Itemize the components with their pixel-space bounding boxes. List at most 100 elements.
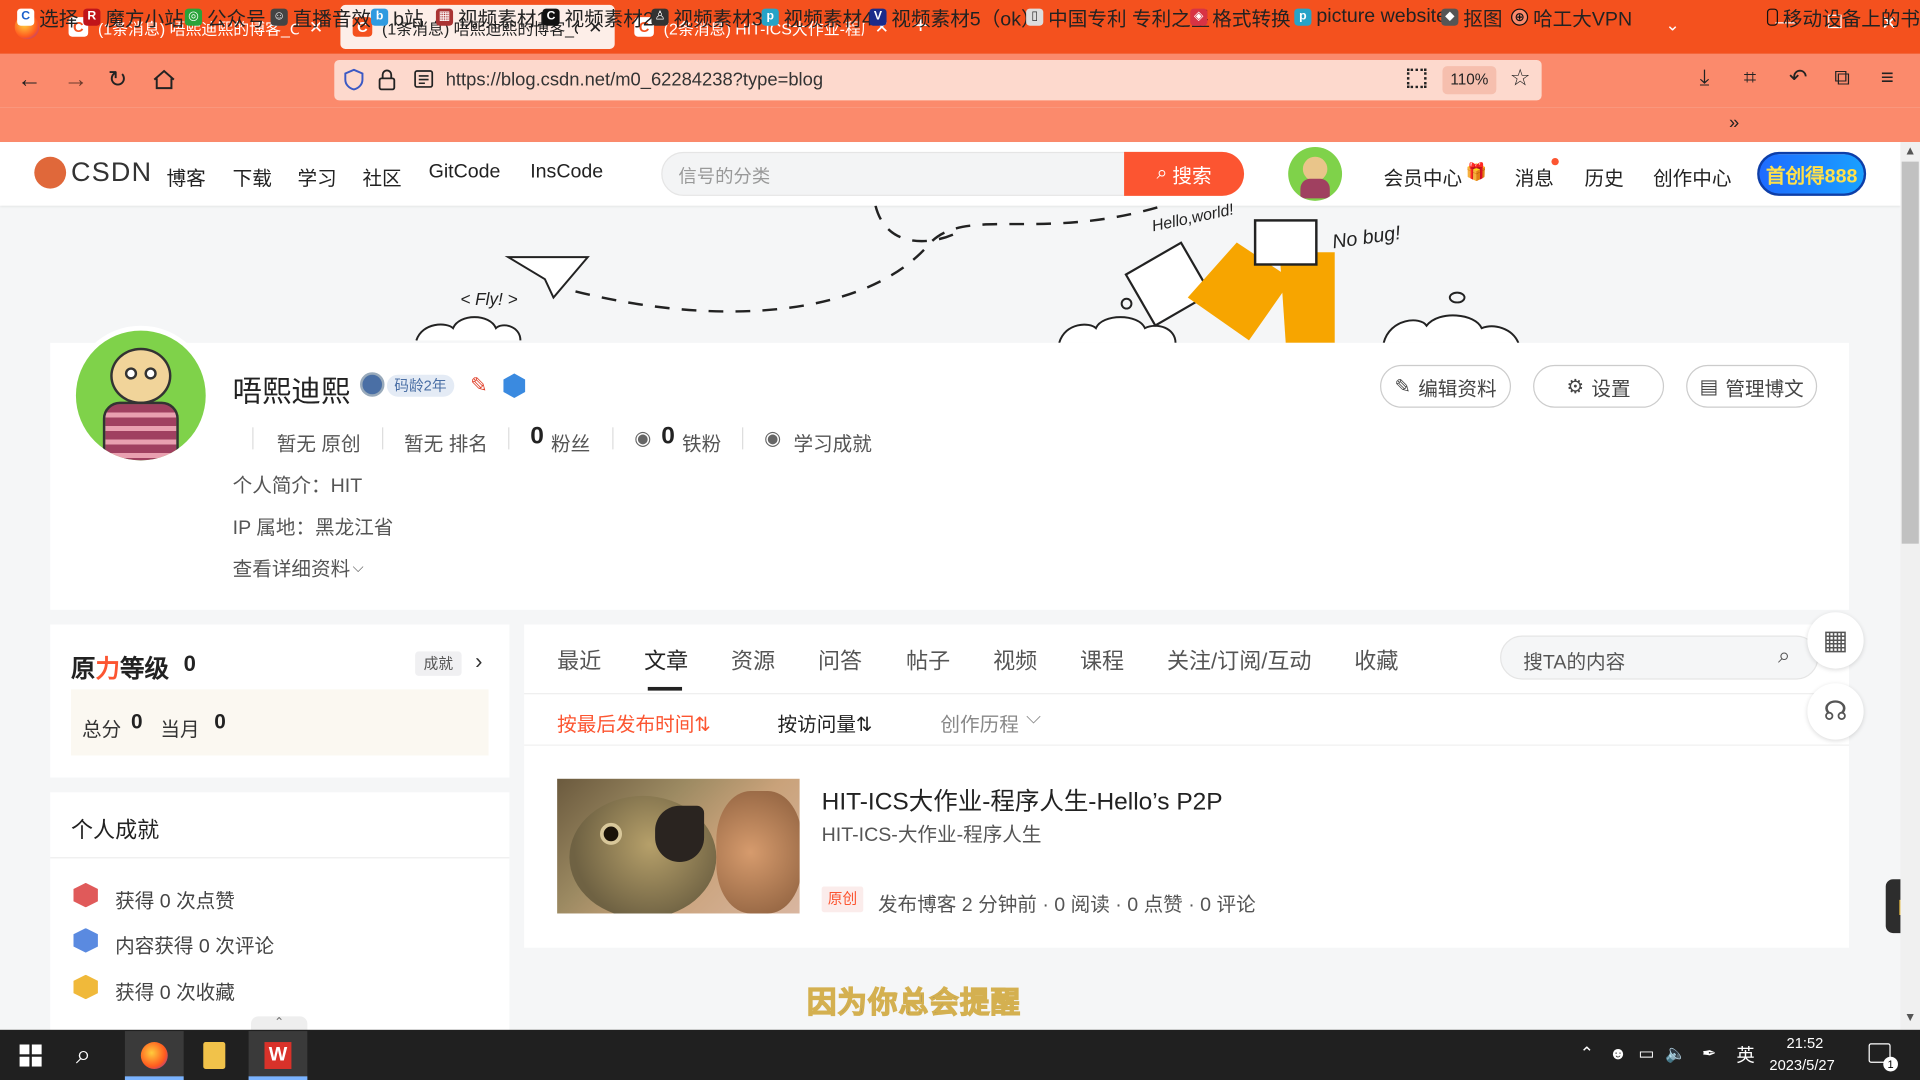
windows-start-icon[interactable] [19, 1044, 42, 1067]
tab-posts[interactable]: 帖子 [906, 644, 950, 676]
creation-history-dropdown[interactable]: 创作历程 ⌵ [940, 708, 1041, 737]
search-icon[interactable]: ⌕ [1778, 643, 1790, 669]
tab-videos[interactable]: 视频 [993, 644, 1037, 676]
article-title[interactable]: HIT-ICS大作业-程序人生-Hello’s P2P [822, 781, 1223, 817]
pen-icon[interactable]: ✒ [1702, 1043, 1716, 1064]
taskbar-firefox-button[interactable] [124, 1031, 184, 1080]
undo-icon[interactable]: ↶ [1789, 65, 1807, 91]
clock-date[interactable]: 2023/5/27 [1769, 1057, 1834, 1074]
search-icon[interactable]: ⌕ [76, 1038, 91, 1070]
forward-icon[interactable]: → [64, 66, 88, 94]
achievement-tag[interactable]: 成就 [415, 651, 462, 676]
csdn-logo-icon[interactable] [34, 156, 67, 189]
sort-by-date[interactable]: 按最后发布时间⇅ [557, 708, 711, 737]
scroll-up-icon[interactable]: ▲ [1900, 144, 1920, 159]
bookmark-item[interactable]: p picture website [1294, 5, 1447, 29]
bookmark-item[interactable]: p 视频素材4 [761, 5, 873, 31]
bookmark-item[interactable]: ♙ 视频素材3 [651, 5, 763, 31]
header-avatar[interactable] [1288, 146, 1343, 201]
lock-icon[interactable] [378, 69, 396, 91]
edit-icon: ✎ [1394, 376, 1411, 398]
download-icon[interactable]: ⤓ [1700, 65, 1710, 91]
reader-view-icon[interactable] [414, 70, 434, 88]
url-text[interactable]: https://blog.csdn.net/m0_62284238?type=b… [446, 70, 823, 91]
extensions-icon[interactable]: ⧉ [1834, 65, 1850, 91]
bookmark-item[interactable]: b b站 [371, 5, 424, 31]
battery-icon[interactable]: ▭ [1638, 1043, 1654, 1064]
qq-tray-icon[interactable]: ☻ [1609, 1043, 1627, 1063]
ime-indicator[interactable]: 英 [1736, 1042, 1754, 1068]
home-icon[interactable] [152, 69, 176, 91]
csdn-logo-text[interactable]: CSDN [71, 157, 152, 189]
shield-icon[interactable] [344, 68, 364, 91]
nav-history[interactable]: 历史 [1585, 162, 1624, 191]
bookmark-star-icon[interactable]: ☆ [1510, 65, 1531, 93]
learning-achievement-link[interactable]: 学习成就 [793, 427, 871, 456]
bookmark-item[interactable]: C 视频素材2 [542, 5, 654, 31]
bookmark-item[interactable]: ▦ 视频素材1 [435, 5, 547, 31]
bookmarks-overflow-icon[interactable]: » [1729, 113, 1739, 134]
clock-time[interactable]: 21:52 [1787, 1035, 1824, 1052]
stat-ironfans-label[interactable]: 铁粉 [682, 427, 721, 456]
scroll-down-icon[interactable]: ▼ [1900, 1011, 1920, 1026]
scrollbar-thumb[interactable] [1901, 161, 1919, 544]
tab-qa[interactable]: 问答 [818, 644, 862, 676]
nav-creator-center[interactable]: 创作中心 [1653, 162, 1731, 191]
nav-vip-center[interactable]: 会员中心 [1384, 162, 1462, 191]
crop-icon[interactable]: ⌗ [1744, 65, 1756, 91]
bookmark-item[interactable]: ☺ 直播音效 [270, 5, 371, 31]
view-details-link[interactable]: 查看详细资料 ⌵ [233, 552, 364, 581]
mobile-bookmarks[interactable]: 移动设备上的书签 [1766, 5, 1920, 31]
code-age-badge[interactable]: 码龄2年 [386, 374, 454, 397]
bookmark-item[interactable]: R 魔方小站 [83, 5, 184, 31]
zoom-level[interactable]: 110% [1442, 66, 1497, 95]
sort-by-views[interactable]: 按访问量⇅ [778, 708, 873, 737]
bookmark-item[interactable]: ◎ 公众号 [184, 5, 266, 31]
bookmark-item[interactable]: ⊕ 哈工大VPN [1511, 5, 1632, 31]
tab-articles[interactable]: 文章 [644, 644, 688, 676]
chevron-right-icon[interactable]: › [475, 649, 482, 675]
creator-badge-icon[interactable]: ✎ [470, 373, 487, 397]
qr-code-icon[interactable]: ▦ [1807, 612, 1864, 669]
tab-favorites[interactable]: 收藏 [1354, 644, 1398, 676]
edit-profile-button[interactable]: ✎ 编辑资料 [1380, 364, 1512, 408]
article-thumbnail[interactable] [557, 778, 800, 914]
nav-messages[interactable]: 消息 [1515, 162, 1554, 191]
tab-list-chevron-icon[interactable]: ⌄ [1665, 15, 1679, 36]
settings-button[interactable]: ⚙ 设置 [1533, 364, 1665, 408]
tab-courses[interactable]: 课程 [1080, 644, 1124, 676]
volume-icon[interactable]: 🔈 [1665, 1043, 1686, 1064]
tray-chevron-icon[interactable]: ⌃ [1580, 1043, 1594, 1064]
stat-rank[interactable]: 暂无 排名 [404, 427, 488, 456]
nav-download[interactable]: 下载 [233, 162, 272, 191]
nav-gitcode[interactable]: GitCode [429, 162, 501, 184]
bookmark-item[interactable]: ◆ 抠图 [1441, 5, 1502, 31]
bookmark-item[interactable]: ▯ 中国专利 专利之星 [1026, 5, 1210, 31]
avatar[interactable] [75, 330, 206, 461]
menu-icon[interactable]: ≡ [1881, 65, 1894, 91]
nav-blog[interactable]: 博客 [167, 162, 206, 191]
file-explorer-icon[interactable] [203, 1042, 226, 1069]
taskbar-wps-button[interactable]: W [248, 1031, 308, 1080]
nav-community[interactable]: 社区 [362, 162, 401, 191]
headset-icon[interactable]: ☊ [1807, 683, 1864, 740]
nav-learn[interactable]: 学习 [298, 162, 337, 191]
bookmark-item[interactable]: C 选择 [17, 5, 78, 31]
nav-inscode[interactable]: InsCode [530, 162, 603, 184]
tab-recent[interactable]: 最近 [557, 644, 601, 676]
back-icon[interactable]: ← [17, 66, 41, 94]
bookmark-item[interactable]: V 视频素材5（ok） [869, 5, 1041, 31]
stat-fans-count[interactable]: 0 [530, 422, 544, 450]
stat-ironfans-count[interactable]: 0 [661, 422, 675, 450]
stat-original[interactable]: 暂无 原创 [277, 427, 361, 456]
bookmark-item[interactable]: ◈ 格式转换 [1190, 5, 1291, 31]
tab-follow[interactable]: 关注/订阅/互动 [1167, 644, 1312, 676]
reload-icon[interactable]: ↻ [108, 66, 127, 94]
stat-fans-label[interactable]: 粉丝 [551, 427, 590, 456]
qr-code-icon[interactable] [1406, 68, 1427, 89]
search-icon: ⌕ [1156, 162, 1168, 184]
manage-posts-button[interactable]: ▤ 管理博文 [1686, 364, 1818, 408]
promo-button[interactable]: 首创得888 [1757, 151, 1867, 196]
search-button[interactable]: ⌕ 搜索 [1124, 151, 1245, 196]
tab-resources[interactable]: 资源 [731, 644, 775, 676]
